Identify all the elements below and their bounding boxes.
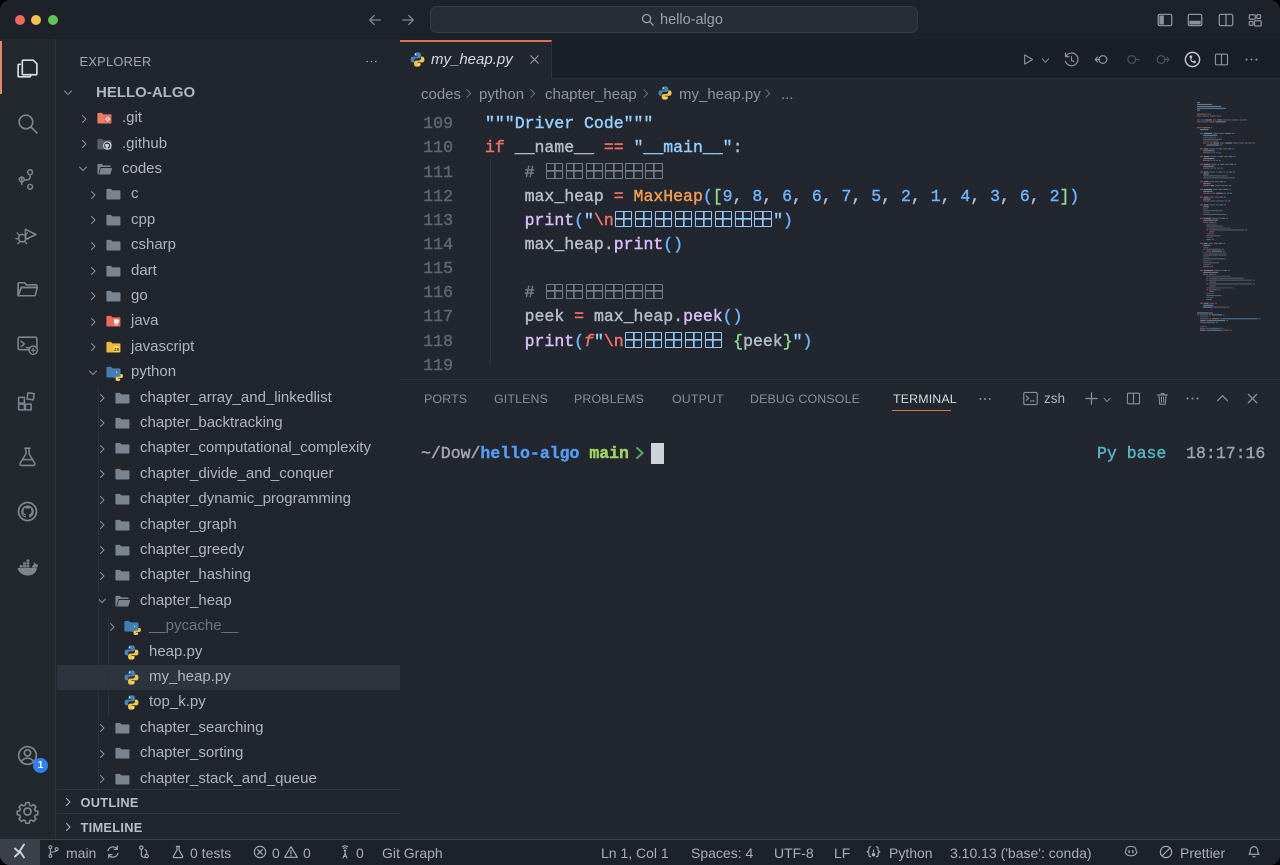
- svg-text:JS: JS: [114, 346, 120, 351]
